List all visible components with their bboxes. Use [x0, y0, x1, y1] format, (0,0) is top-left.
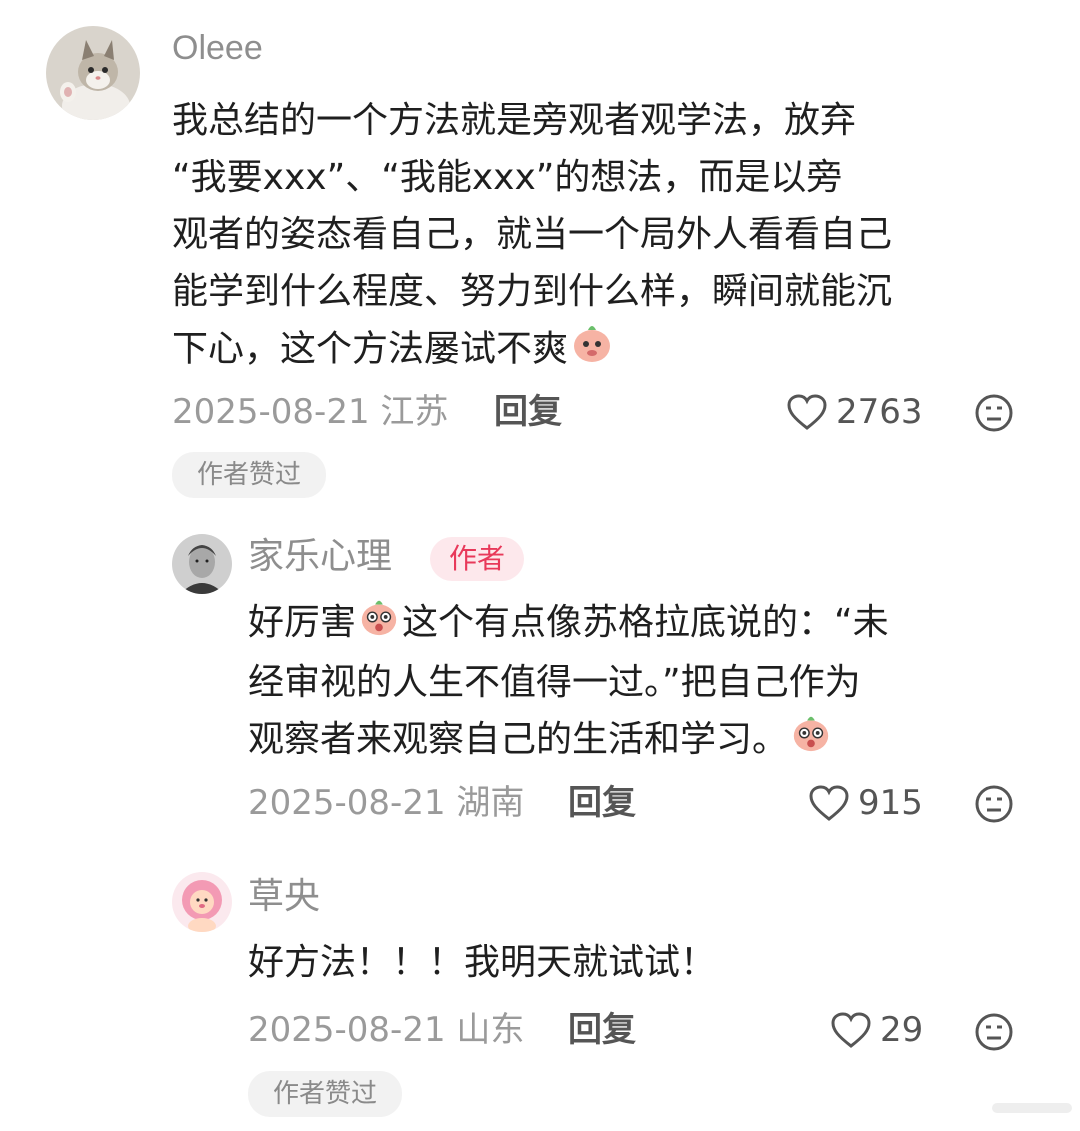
like-count: 2763: [836, 392, 923, 432]
date-location: 2025-08-21 湖南: [248, 783, 525, 823]
like-button[interactable]: 29: [830, 1010, 923, 1050]
peach-face-emoji-icon: [570, 320, 614, 381]
heart-icon: [809, 785, 849, 821]
comment-line: 观察者来观察自己的生活和学习。: [248, 718, 789, 760]
neutral-face-icon: [975, 785, 1013, 823]
dislike-button[interactable]: [974, 784, 1014, 828]
date-location: 2025-08-21 山东: [248, 1010, 525, 1050]
heart-icon: [831, 1012, 871, 1048]
username[interactable]: Oleee: [172, 28, 263, 68]
peach-surprised-emoji-icon: [790, 711, 832, 770]
comment-line: “我要xxx”、“我能xxx”的想法，而是以旁: [172, 157, 843, 198]
neutral-face-icon: [975, 1013, 1013, 1051]
avatar-caoyang[interactable]: [172, 872, 232, 932]
like-count: 915: [858, 783, 923, 823]
heart-icon: [787, 394, 827, 430]
avatar-jiale[interactable]: [172, 534, 232, 594]
peach-surprised-emoji-icon: [358, 595, 400, 654]
comment-line: 这个有点像苏格拉底说的：“未: [402, 602, 889, 643]
comment-text: 我总结的一个方法就是旁观者观学法，放弃 “我要xxx”、“我能xxx”的想法，而…: [172, 92, 1052, 381]
avatar-oleee[interactable]: [46, 26, 140, 120]
author-tag: 作者: [430, 537, 524, 581]
comment-line: 经审视的人生不值得一过。”把自己作为: [248, 661, 861, 703]
author-liked-badge: 作者赞过: [172, 452, 326, 498]
username[interactable]: 家乐心理: [248, 536, 392, 578]
comment-line-last: 下心，这个方法屡试不爽: [172, 320, 1052, 381]
author-liked-badge: 作者赞过: [248, 1071, 402, 1117]
dislike-button[interactable]: [974, 1012, 1014, 1056]
comment-text: 好厉害 这个有点像苏格拉底说的：“未 经审视的人生不值得一过。”把自己作为 观察者…: [248, 594, 1048, 770]
date-location: 2025-08-21 江苏: [172, 392, 449, 432]
comment-line-first: 好厉害 这个有点像苏格拉底说的：“未: [248, 594, 1048, 654]
comment-text: 好方法！！！我明天就试试！: [248, 934, 1048, 991]
like-count: 29: [880, 1010, 924, 1050]
like-button[interactable]: 2763: [786, 392, 923, 432]
reply-button[interactable]: 回复: [494, 392, 562, 432]
neutral-face-icon: [975, 394, 1013, 432]
comment-line: 好厉害: [248, 602, 357, 643]
watermark-logo: [992, 1099, 1072, 1121]
username[interactable]: 草央: [248, 876, 320, 918]
comment-line: 能学到什么程度、努力到什么样，瞬间就能沉: [172, 271, 893, 312]
pink-lion-avatar-icon: [172, 872, 232, 932]
like-button[interactable]: 915: [808, 783, 923, 823]
comment-line-last: 观察者来观察自己的生活和学习。: [248, 711, 1048, 771]
cat-avatar-icon: [46, 26, 140, 120]
reply-button[interactable]: 回复: [568, 783, 636, 823]
man-portrait-avatar-icon: [172, 534, 232, 594]
comment-line: 好方法！！！我明天就试试！: [248, 942, 717, 983]
dislike-button[interactable]: [974, 393, 1014, 437]
comment-line: 观者的姿态看自己，就当一个局外人看看自己: [172, 214, 893, 255]
comment-line: 下心，这个方法屡试不爽: [172, 328, 569, 370]
reply-button[interactable]: 回复: [568, 1010, 636, 1050]
comment-line: 我总结的一个方法就是旁观者观学法，放弃: [172, 100, 857, 141]
